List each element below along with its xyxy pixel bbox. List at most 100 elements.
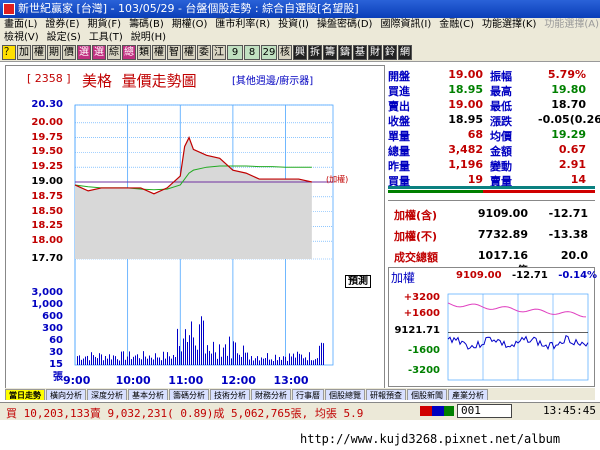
- toolbar-button[interactable]: 選: [92, 45, 106, 60]
- volume-bar: [275, 354, 276, 365]
- volume-tick: 300: [42, 323, 63, 334]
- volume-tick: 30: [49, 347, 63, 358]
- index-label: 加權(含): [394, 209, 438, 222]
- bid-ask-bar-top: [388, 186, 595, 189]
- volume-bar: [107, 358, 108, 365]
- toolbar-button[interactable]: ？: [2, 45, 16, 60]
- volume-bar: [139, 358, 140, 365]
- quote-row: 賣出 19.00 最低 18.70: [388, 98, 595, 113]
- quote-value: 68: [467, 128, 483, 141]
- toolbar-button[interactable]: 權: [182, 45, 196, 60]
- volume-bar: [259, 360, 260, 365]
- analysis-tab[interactable]: 深度分析: [87, 389, 127, 400]
- analysis-tab[interactable]: 技術分析: [210, 389, 250, 400]
- ref-label: (加權): [326, 175, 349, 184]
- toolbar-button[interactable]: 總: [122, 45, 136, 60]
- toolbar-button[interactable]: 基: [353, 45, 367, 60]
- toolbar-button[interactable]: 權: [152, 45, 166, 60]
- analysis-tab[interactable]: 行事曆: [292, 389, 324, 400]
- volume-bar: [169, 356, 170, 365]
- volume-bar: [207, 345, 208, 365]
- chart-subtitle[interactable]: [其他週邊/廚示器]: [232, 72, 313, 87]
- menu-item[interactable]: 說明(H): [131, 32, 166, 43]
- analysis-tab[interactable]: 籌碼分析: [169, 389, 209, 400]
- analysis-tab[interactable]: 個股新聞: [407, 389, 447, 400]
- volume-bar: [307, 360, 308, 365]
- menu-item[interactable]: 功能選擇(K): [482, 19, 536, 30]
- menu-item[interactable]: 金融(C): [439, 19, 474, 30]
- toolbar-button[interactable]: 興: [293, 45, 307, 60]
- volume-bar: [181, 351, 182, 365]
- menu-item[interactable]: 功能選擇(A): [544, 19, 599, 30]
- toolbar-button[interactable]: 核: [278, 45, 292, 60]
- quote-label: 振幅: [490, 70, 512, 83]
- index-change: 20.0: [560, 249, 588, 262]
- toolbar-button[interactable]: 財: [368, 45, 382, 60]
- analysis-tab[interactable]: 基本分析: [128, 389, 168, 400]
- watermark-url: http://www.kujd3268.pixnet.net/album: [300, 432, 561, 446]
- quote-value: 18.95: [448, 83, 483, 96]
- toolbar-button[interactable]: 綜: [107, 45, 121, 60]
- toolbar-button[interactable]: 選: [77, 45, 91, 60]
- volume-bar: [287, 360, 288, 365]
- analysis-tab[interactable]: 產業分析: [448, 389, 488, 400]
- analysis-tab[interactable]: 財務分析: [251, 389, 291, 400]
- analysis-tab[interactable]: 橫向分析: [46, 389, 86, 400]
- menu-item[interactable]: 操盤密碼(D): [317, 19, 373, 30]
- toolbar-button[interactable]: 9: [227, 45, 243, 60]
- mini-tick: +1600: [403, 308, 440, 319]
- menu-item[interactable]: 籌碼(B): [129, 19, 164, 30]
- volume-bar: [187, 342, 188, 365]
- volume-bar: [249, 359, 250, 365]
- predict-button[interactable]: 預測: [345, 275, 371, 288]
- menu-item[interactable]: 設定(S): [47, 32, 81, 43]
- quote-label: 收盤: [388, 115, 410, 128]
- index-value: 9109.00: [477, 207, 528, 220]
- toolbar-button[interactable]: 鈴: [383, 45, 397, 60]
- toolbar-button[interactable]: 委: [197, 45, 211, 60]
- toolbar-button[interactable]: 網: [398, 45, 412, 60]
- toolbar-button[interactable]: 權: [32, 45, 46, 60]
- menu-item[interactable]: 畫面(L): [4, 19, 37, 30]
- menu-item[interactable]: 工具(T): [89, 32, 123, 43]
- volume-bar: [111, 359, 112, 365]
- toolbar-button[interactable]: 拆: [308, 45, 322, 60]
- quote-label: 買進: [388, 85, 410, 98]
- volume-bar: [273, 360, 274, 365]
- toolbar-button[interactable]: 加: [17, 45, 31, 60]
- volume-bar: [297, 351, 298, 365]
- quote-label: 昨量: [388, 160, 410, 173]
- volume-bar: [93, 355, 94, 365]
- menu-item[interactable]: 檢視(V): [4, 32, 39, 43]
- volume-tick: 600: [42, 311, 63, 322]
- toolbar-button[interactable]: 期: [47, 45, 61, 60]
- volume-bar: [251, 356, 252, 365]
- volume-bar: [109, 354, 110, 365]
- menu-item[interactable]: 期權(O): [172, 19, 208, 30]
- toolbar-button[interactable]: 鑄: [338, 45, 352, 60]
- menu-item[interactable]: 國際資訊(I): [380, 19, 431, 30]
- toolbar-button[interactable]: 江: [212, 45, 226, 60]
- toolbar-button[interactable]: 29: [261, 45, 277, 60]
- analysis-tab[interactable]: 個股總覽: [325, 389, 365, 400]
- volume-bar: [319, 345, 320, 365]
- volume-bar: [277, 360, 278, 365]
- menu-item[interactable]: 證券(E): [45, 19, 79, 30]
- mini-tick: +3200: [403, 292, 440, 303]
- toolbar-button[interactable]: 類: [137, 45, 151, 60]
- toolbar-button[interactable]: 智: [167, 45, 181, 60]
- toolbar-button[interactable]: 價: [62, 45, 76, 60]
- menu-item[interactable]: 投資(I): [278, 19, 309, 30]
- price-tick: 17.70: [31, 253, 63, 264]
- toolbar-button[interactable]: 8: [244, 45, 260, 60]
- volume-bar: [155, 353, 156, 365]
- menu-item[interactable]: 匯市利率(R): [215, 19, 270, 30]
- toolbar-button[interactable]: 籌: [323, 45, 337, 60]
- analysis-tab[interactable]: 當日走勢: [5, 389, 45, 400]
- quote-row: 單量 68 均價 19.29: [388, 128, 595, 143]
- volume-bar: [127, 356, 128, 365]
- menu-item[interactable]: 期貨(F): [88, 19, 122, 30]
- quote-label: 漲跌: [490, 115, 512, 128]
- analysis-tab[interactable]: 研報預查: [366, 389, 406, 400]
- stock-code-input[interactable]: 001: [457, 404, 512, 418]
